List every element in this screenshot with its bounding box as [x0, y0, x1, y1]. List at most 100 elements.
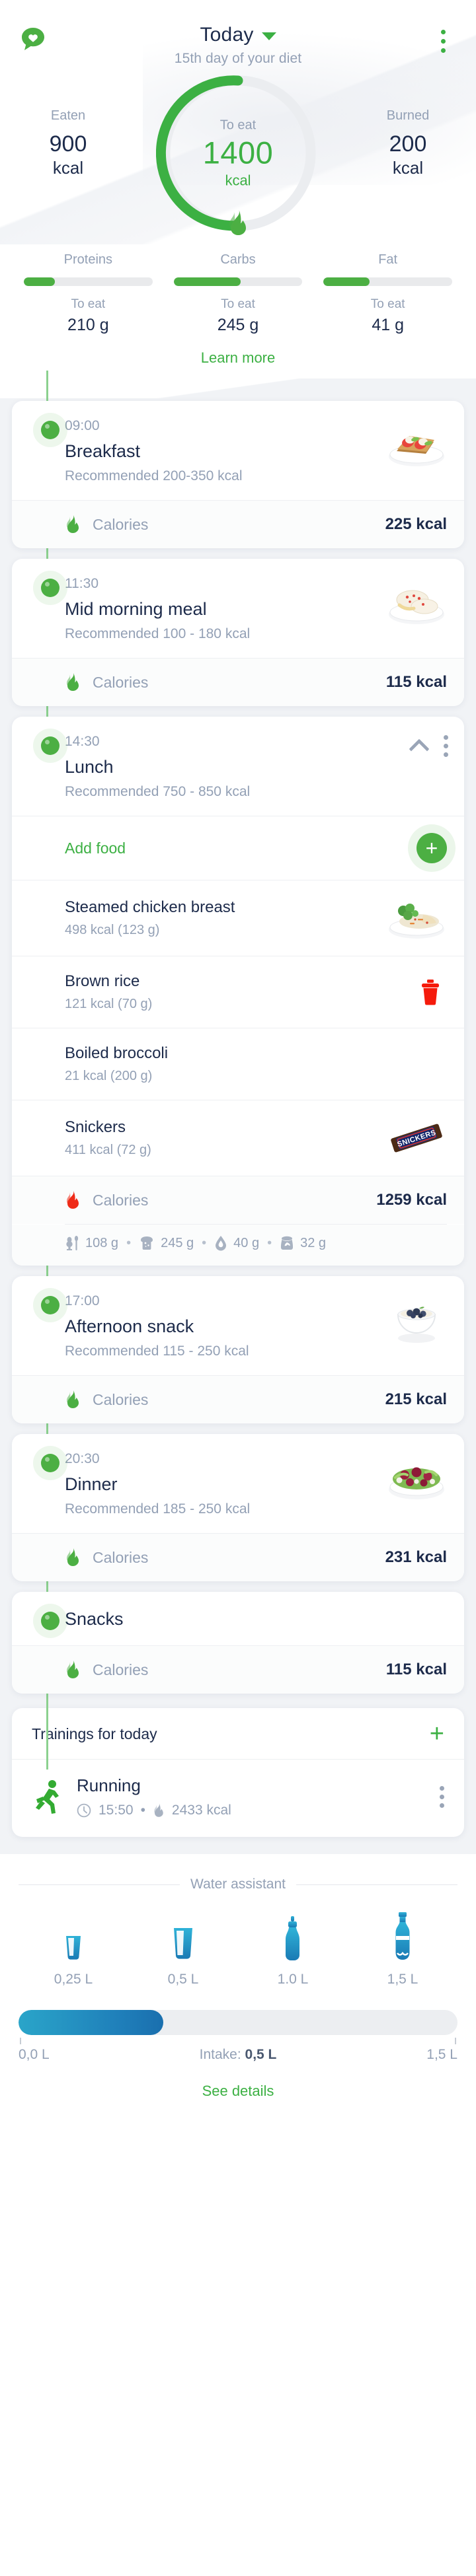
food-detail: 411 kcal (72 g): [65, 1143, 151, 1157]
meal-card-mid-morning-meal[interactable]: 11:30 Mid morning meal Recommended 100 -…: [12, 559, 464, 706]
meal-recommended: Recommended 750 - 850 kcal: [65, 784, 251, 799]
meal-calories-row: Calories 225 kcal: [12, 501, 464, 548]
calories-label: Calories: [93, 673, 149, 691]
calories-value: 115 kcal: [385, 673, 447, 691]
large-glass-icon: [128, 1912, 238, 1961]
water-intake-label: Intake: 0,5 L: [199, 2047, 277, 2062]
meal-header[interactable]: 17:00 Afternoon snack Recommended 115 - …: [12, 1276, 464, 1375]
macro-proteins[interactable]: Proteins To eat 210 g: [13, 252, 163, 335]
meal-header[interactable]: 20:30 Dinner Recommended 185 - 250 kcal: [12, 1434, 464, 1533]
to-eat-stat: To eat 1400 kcal: [172, 118, 304, 190]
meal-card-snacks[interactable]: Snacks Calories 115 kcal: [12, 1592, 464, 1694]
water-option-0-25l[interactable]: 0,25 L: [19, 1912, 128, 1987]
flame-icon: [227, 209, 249, 239]
eaten-label: Eaten: [50, 108, 86, 123]
water-progress-ticks: [19, 2035, 457, 2044]
kebab-menu-icon[interactable]: [440, 1786, 444, 1808]
meal-status-dot: [41, 1612, 60, 1630]
oil-drop-icon: [216, 1236, 227, 1251]
macros-row: Proteins To eat 210 g Carbs To eat 245 g…: [0, 244, 476, 335]
date-selector[interactable]: Today: [48, 24, 428, 46]
burned-value: 200: [389, 131, 427, 157]
food-item-row[interactable]: Brown rice 121 kcal (70 g): [12, 956, 464, 1028]
plus-icon[interactable]: +: [430, 1721, 444, 1746]
calories-label: Calories: [93, 1191, 149, 1209]
macro-carbs[interactable]: Carbs To eat 245 g: [163, 252, 313, 335]
trainings-title: Trainings for today: [32, 1725, 157, 1742]
to-eat-value: 1400: [202, 135, 274, 170]
meal-card-lunch[interactable]: 14:30 Lunch Recommended 750 - 850 kcal A…: [12, 717, 464, 1266]
divider-left: [19, 1884, 180, 1885]
flame-icon: [67, 1390, 79, 1408]
training-name: Running: [77, 1775, 141, 1795]
sandwich-plate-icon: [386, 419, 447, 470]
small-glass-icon: [19, 1912, 128, 1961]
macro-fat[interactable]: Fat To eat 41 g: [313, 252, 463, 335]
meal-recommended: Recommended 115 - 250 kcal: [65, 1343, 249, 1359]
eaten-stat: Eaten 900 kcal: [19, 108, 118, 179]
training-time: 15:50: [99, 1803, 134, 1818]
meal-header[interactable]: 09:00 Breakfast Recommended 200-350 kcal: [12, 401, 464, 500]
title-block: Today 15th day of your diet: [48, 24, 428, 67]
meal-header[interactable]: 14:30 Lunch Recommended 750 - 850 kcal: [12, 717, 464, 816]
macro-progress-track: [24, 277, 153, 286]
meal-recommended: Recommended 100 - 180 kcal: [65, 626, 251, 641]
burned-unit: kcal: [392, 158, 424, 178]
training-item-running[interactable]: Running 15:50 • 2433 kcal: [12, 1760, 464, 1837]
water-assistant-title: Water assistant: [190, 1877, 286, 1892]
meal-header[interactable]: Snacks: [12, 1592, 464, 1645]
meal-calories-row: Calories 1259 kcal: [12, 1176, 464, 1224]
salad-plate-icon: [386, 1452, 447, 1503]
meal-card-breakfast[interactable]: 09:00 Breakfast Recommended 200-350 kcal: [12, 401, 464, 548]
add-food-row[interactable]: Add food +: [12, 816, 464, 880]
food-name: Boiled broccoli: [65, 1044, 169, 1062]
nutrient-fiber: 32 g: [280, 1235, 326, 1251]
burned-label: Burned: [386, 108, 430, 123]
macro-value: 210 g: [67, 316, 109, 334]
water-progress-track[interactable]: [19, 2010, 457, 2035]
calories-value: 225 kcal: [385, 515, 447, 533]
calories-value: 215 kcal: [385, 1390, 447, 1408]
food-item-row[interactable]: Snickers 411 kcal (72 g) SNICKERS: [12, 1100, 464, 1176]
food-item-row[interactable]: Steamed chicken breast 498 kcal (123 g): [12, 880, 464, 956]
calories-label: Calories: [93, 515, 149, 533]
water-option-label: 1,5 L: [387, 1972, 418, 1987]
kebab-menu-icon[interactable]: [444, 735, 448, 757]
trash-icon[interactable]: [419, 979, 442, 1005]
water-option-1-5l[interactable]: 1,5 L: [348, 1912, 457, 1987]
food-item-row[interactable]: Boiled broccoli 21 kcal (200 g): [12, 1028, 464, 1100]
see-details-link[interactable]: See details: [19, 2063, 457, 2106]
water-option-0-5l[interactable]: 0,5 L: [128, 1912, 238, 1987]
flame-icon: [67, 673, 79, 691]
water-progress-fill: [19, 2010, 164, 2035]
food-detail: 498 kcal (123 g): [65, 923, 160, 937]
meal-recommended: Recommended 200-350 kcal: [65, 468, 243, 483]
macro-progress-track: [323, 277, 453, 286]
learn-more-link[interactable]: Learn more: [0, 335, 476, 380]
nutrient-proteins: 108 g: [65, 1235, 118, 1251]
separator-dot: •: [140, 1803, 145, 1818]
calories-label: Calories: [93, 1390, 149, 1408]
kebab-menu-icon[interactable]: [428, 26, 457, 55]
cookies-plate-icon: [386, 577, 447, 627]
sport-bottle-icon: [238, 1912, 348, 1961]
nutrient-value: 32 g: [300, 1235, 327, 1250]
chevron-down-icon[interactable]: [261, 32, 276, 40]
plus-icon[interactable]: +: [416, 833, 447, 863]
macro-progress-fill: [173, 277, 241, 286]
meal-status-dot: [41, 736, 60, 755]
heart-speech-bubble-icon[interactable]: [19, 25, 48, 54]
add-food-label: Add food: [65, 839, 126, 857]
meal-header[interactable]: 11:30 Mid morning meal Recommended 100 -…: [12, 559, 464, 658]
calories-label: Calories: [93, 1661, 149, 1678]
water-option-label: 1.0 L: [277, 1972, 309, 1987]
berry-bowl-icon: [386, 1295, 447, 1345]
nutrient-value: 245 g: [161, 1235, 194, 1250]
chevron-up-icon[interactable]: [409, 738, 430, 760]
water-option-1-0l[interactable]: 1.0 L: [238, 1912, 348, 1987]
meal-card-dinner[interactable]: 20:30 Dinner Recommended 185 - 250 kcal: [12, 1434, 464, 1581]
top-bar: Today 15th day of your diet: [0, 0, 476, 74]
food-name: Snickers: [65, 1118, 126, 1136]
meal-card-afternoon-snack[interactable]: 17:00 Afternoon snack Recommended 115 - …: [12, 1276, 464, 1423]
page-title: Today: [200, 24, 254, 46]
